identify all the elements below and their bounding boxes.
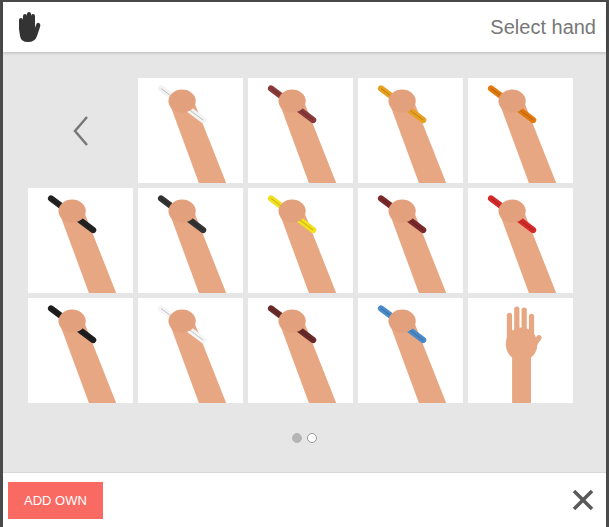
hand-icon xyxy=(14,11,42,43)
screen: Select hand ADD OWN xyxy=(0,0,609,527)
hand-thumbnail[interactable] xyxy=(28,188,133,293)
pagination xyxy=(28,433,606,443)
close-icon[interactable] xyxy=(571,488,595,512)
hand-with-marker-picture[interactable] xyxy=(468,188,573,293)
hand-with-marker-picture[interactable] xyxy=(248,298,353,403)
pagination-dot[interactable] xyxy=(292,433,302,443)
hand-thumbnail[interactable] xyxy=(28,298,133,403)
chevron-left-icon[interactable] xyxy=(71,114,91,148)
hand-thumbnail[interactable] xyxy=(468,78,573,183)
hand-with-marker-picture[interactable] xyxy=(248,188,353,293)
hand-thumbnail[interactable] xyxy=(358,298,463,403)
thumbnail-grid xyxy=(28,78,606,403)
hand-thumbnail[interactable] xyxy=(138,78,243,183)
hand-thumbnail[interactable] xyxy=(248,298,353,403)
dialog-header: Select hand xyxy=(3,2,606,52)
dialog-footer: ADD OWN xyxy=(3,472,606,527)
hand-gallery xyxy=(3,52,606,472)
dialog-title: Select hand xyxy=(490,16,596,39)
hand-thumbnail[interactable] xyxy=(248,188,353,293)
hand-with-marker-picture[interactable] xyxy=(138,298,243,403)
hand-with-marker-picture[interactable] xyxy=(28,188,133,293)
hand-thumbnail[interactable] xyxy=(358,78,463,183)
hand-thumbnail[interactable] xyxy=(468,188,573,293)
hand-thumbnail[interactable] xyxy=(138,298,243,403)
hand-with-marker-picture[interactable] xyxy=(28,298,133,403)
open-hand-picture[interactable] xyxy=(468,298,573,403)
hand-with-marker-picture[interactable] xyxy=(248,78,353,183)
hand-thumbnail[interactable] xyxy=(248,78,353,183)
hand-with-marker-picture[interactable] xyxy=(468,78,573,183)
select-hand-dialog: Select hand ADD OWN xyxy=(3,2,606,527)
hand-with-marker-picture[interactable] xyxy=(358,298,463,403)
pagination-dot[interactable] xyxy=(307,433,317,443)
previous-page-button[interactable] xyxy=(28,78,133,183)
add-own-button[interactable]: ADD OWN xyxy=(8,482,103,519)
hand-with-marker-picture[interactable] xyxy=(138,188,243,293)
hand-with-marker-picture[interactable] xyxy=(358,78,463,183)
hand-with-marker-picture[interactable] xyxy=(358,188,463,293)
hand-thumbnail[interactable] xyxy=(358,188,463,293)
hand-thumbnail[interactable] xyxy=(138,188,243,293)
hand-with-marker-picture[interactable] xyxy=(138,78,243,183)
hand-thumbnail[interactable] xyxy=(468,298,573,403)
